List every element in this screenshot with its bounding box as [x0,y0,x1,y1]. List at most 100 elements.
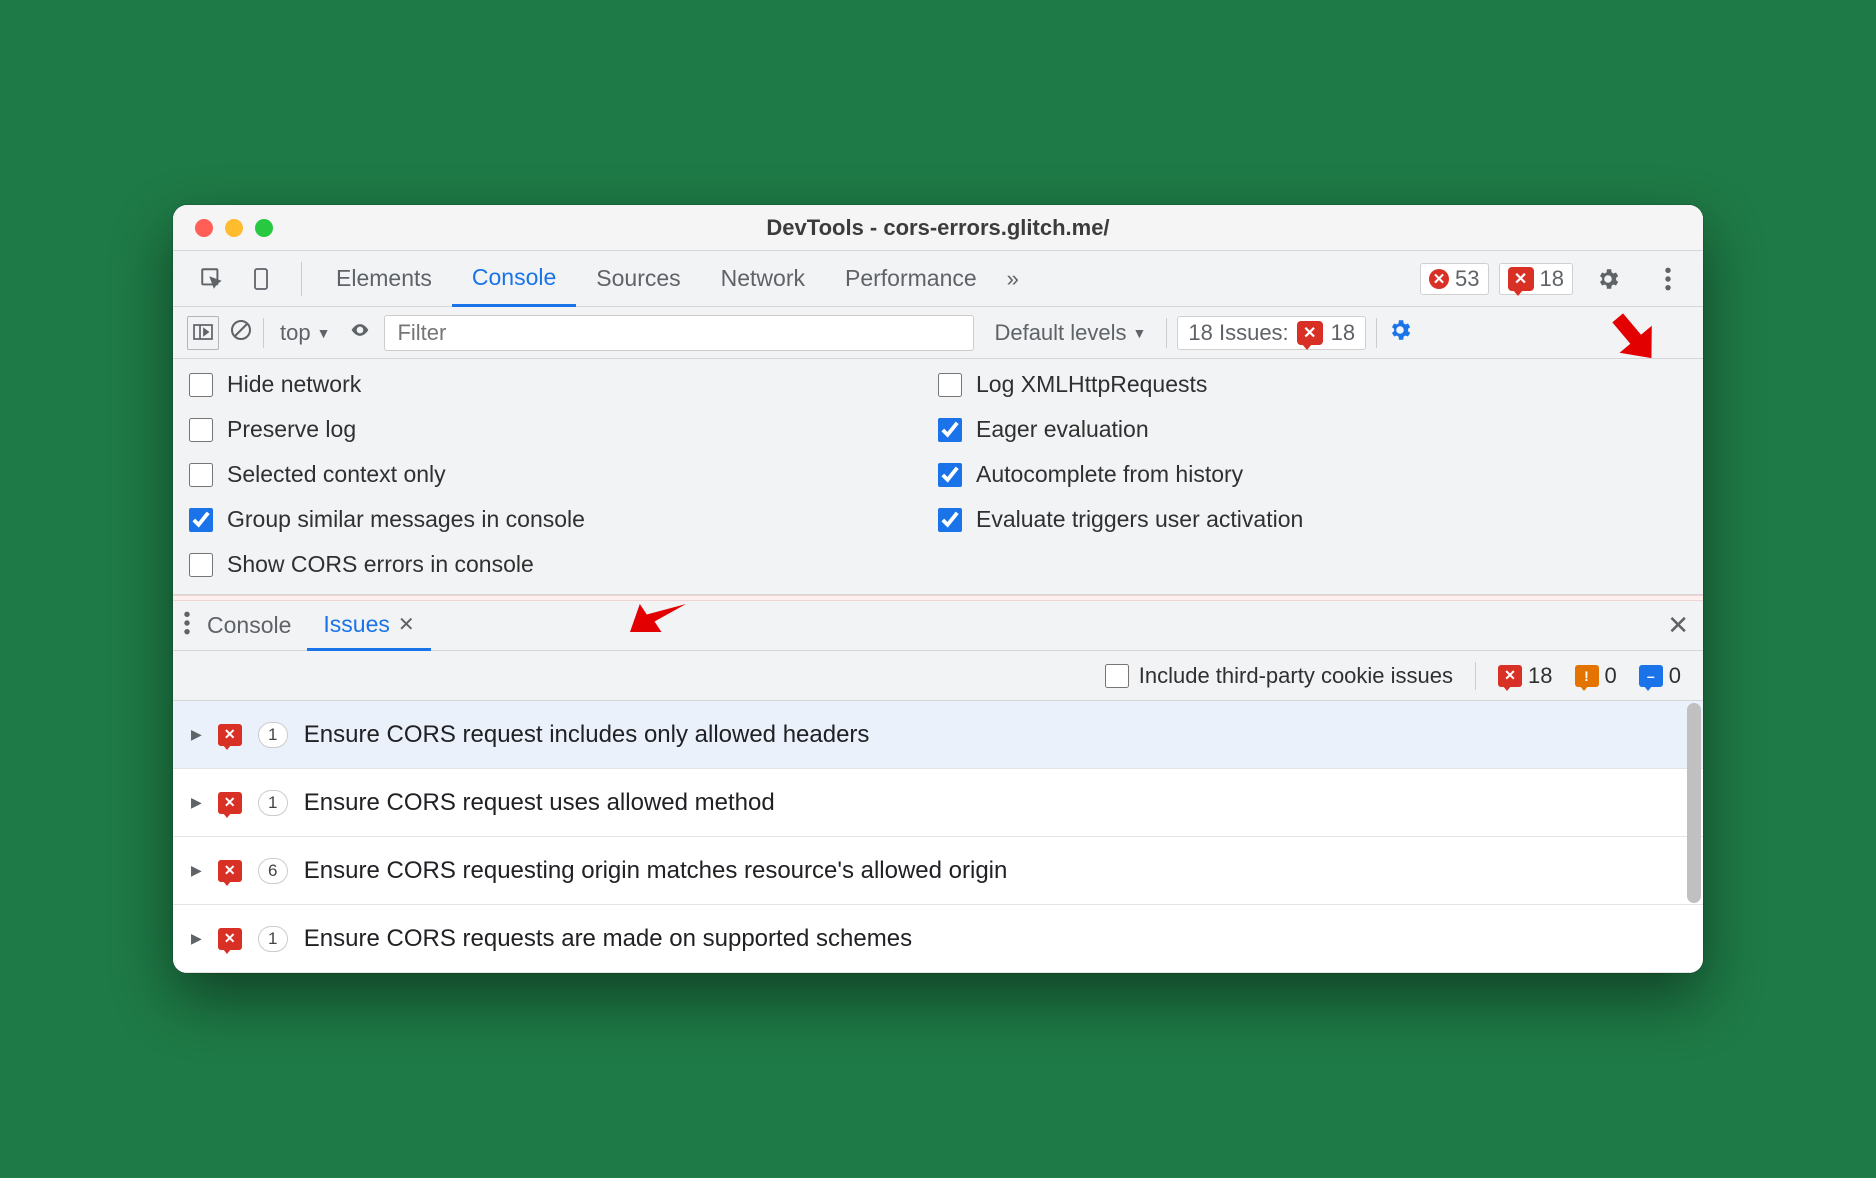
drawer-tab-issues[interactable]: Issues ✕ [307,601,430,651]
issues-count-button[interactable]: 18 Issues: ✕ 18 [1177,316,1366,350]
error-icon: ✕ [218,724,242,746]
setting-group-similar[interactable]: Group similar messages in console [189,506,938,533]
warnings-stat[interactable]: !0 [1575,663,1617,689]
setting-user-activation[interactable]: Evaluate triggers user activation [938,506,1687,533]
eye-icon[interactable] [346,320,374,346]
minimize-window-icon[interactable] [225,219,243,237]
issue-row[interactable]: ▶ ✕ 1 Ensure CORS request uses allowed m… [173,769,1703,837]
issue-title: Ensure CORS request uses allowed method [304,789,775,817]
label: Evaluate triggers user activation [976,506,1303,533]
device-toolbar-icon[interactable] [245,262,279,296]
drawer-close-icon[interactable]: ✕ [1667,610,1689,641]
tab-performance[interactable]: Performance [825,251,997,307]
clear-console-icon[interactable] [229,318,253,348]
issue-title: Ensure CORS request includes only allowe… [304,721,870,749]
info-stat[interactable]: –0 [1639,663,1681,689]
settings-right-col: Log XMLHttpRequests Eager evaluation Aut… [938,371,1687,578]
chevron-down-icon: ▼ [317,325,331,341]
issue-title: Ensure CORS requesting origin matches re… [304,857,1008,885]
more-tabs-icon[interactable]: » [997,266,1029,292]
context-selector[interactable]: top ▼ [274,320,336,346]
issue-row[interactable]: ▶ ✕ 1 Ensure CORS requests are made on s… [173,905,1703,973]
error-icon: ✕ [218,792,242,814]
expand-icon[interactable]: ▶ [191,862,202,879]
error-count: 53 [1455,266,1479,292]
scrollbar-thumb[interactable] [1687,703,1701,903]
include-thirdparty-checkbox[interactable]: Include third-party cookie issues [1105,663,1453,689]
kebab-menu-icon[interactable] [1651,262,1685,296]
levels-label: Default levels [994,320,1126,346]
issue-title: Ensure CORS requests are made on support… [304,925,912,953]
issues-icon: ✕ [1297,321,1323,345]
setting-hide-network[interactable]: Hide network [189,371,938,398]
error-icon: ✕ [218,860,242,882]
drawer-tab-console[interactable]: Console [191,601,307,651]
issue-count: 1 [258,722,288,748]
issues-list: ▶ ✕ 1 Ensure CORS request includes only … [173,701,1703,973]
log-levels-selector[interactable]: Default levels ▼ [984,316,1156,350]
close-tab-icon[interactable]: ✕ [398,612,415,637]
stat-value: 0 [1669,663,1681,689]
message-icon: ✕ [1508,267,1534,291]
window-title: DevTools - cors-errors.glitch.me/ [173,215,1703,241]
label: Hide network [227,371,361,398]
issue-count: 1 [258,790,288,816]
inspect-element-icon[interactable] [195,262,229,296]
setting-eager-eval[interactable]: Eager evaluation [938,416,1687,443]
issue-count: 6 [258,858,288,884]
divider [1166,318,1167,348]
errors-stat[interactable]: ✕ 18 [1498,663,1552,689]
setting-selected-context[interactable]: Selected context only [189,461,938,488]
stat-value: 18 [1528,663,1552,689]
info-icon: – [1639,665,1663,687]
error-icon: ✕ [1498,665,1522,687]
console-settings-gear-icon[interactable] [1387,317,1413,349]
divider [263,318,264,348]
chevron-down-icon: ▼ [1133,325,1147,341]
error-count-badge[interactable]: ✕ 53 [1420,263,1488,295]
tab-sources[interactable]: Sources [576,251,700,307]
close-window-icon[interactable] [195,219,213,237]
context-label: top [280,320,311,346]
settings-gear-icon[interactable] [1591,262,1625,296]
tab-network[interactable]: Network [701,251,825,307]
label: Preserve log [227,416,356,443]
titlebar: DevTools - cors-errors.glitch.me/ [173,205,1703,251]
setting-log-xhr[interactable]: Log XMLHttpRequests [938,371,1687,398]
filter-input[interactable] [384,315,974,351]
setting-preserve-log[interactable]: Preserve log [189,416,938,443]
tab-console[interactable]: Console [452,251,576,307]
setting-autocomplete-history[interactable]: Autocomplete from history [938,461,1687,488]
issue-row[interactable]: ▶ ✕ 6 Ensure CORS requesting origin matc… [173,837,1703,905]
issue-row[interactable]: ▶ ✕ 1 Ensure CORS request includes only … [173,701,1703,769]
drawer-options-row: Include third-party cookie issues ✕ 18 !0… [173,651,1703,701]
issues-label: 18 Issues: [1188,320,1288,346]
expand-icon[interactable]: ▶ [191,726,202,743]
message-count-badge[interactable]: ✕ 18 [1499,263,1573,295]
label: Group similar messages in console [227,506,585,533]
error-icon: ✕ [218,928,242,950]
expand-icon[interactable]: ▶ [191,930,202,947]
window-controls [195,219,273,237]
error-icon: ✕ [1429,269,1449,289]
stat-value: 0 [1605,663,1617,689]
divider [1475,662,1476,690]
expand-icon[interactable]: ▶ [191,794,202,811]
label: Issues [323,611,389,638]
drawer-kebab-icon[interactable] [183,610,191,642]
setting-show-cors[interactable]: Show CORS errors in console [189,551,938,578]
devtools-window: DevTools - cors-errors.glitch.me/ Elemen… [173,205,1703,973]
toggle-sidebar-icon[interactable] [187,316,219,350]
divider [1376,318,1377,348]
message-count: 18 [1540,266,1564,292]
divider [301,262,302,296]
label: Include third-party cookie issues [1139,663,1453,689]
issues-num: 18 [1331,320,1355,346]
tab-elements[interactable]: Elements [316,251,452,307]
issue-count: 1 [258,926,288,952]
label: Selected context only [227,461,446,488]
label: Log XMLHttpRequests [976,371,1207,398]
settings-left-col: Hide network Preserve log Selected conte… [189,371,938,578]
label: Show CORS errors in console [227,551,534,578]
zoom-window-icon[interactable] [255,219,273,237]
